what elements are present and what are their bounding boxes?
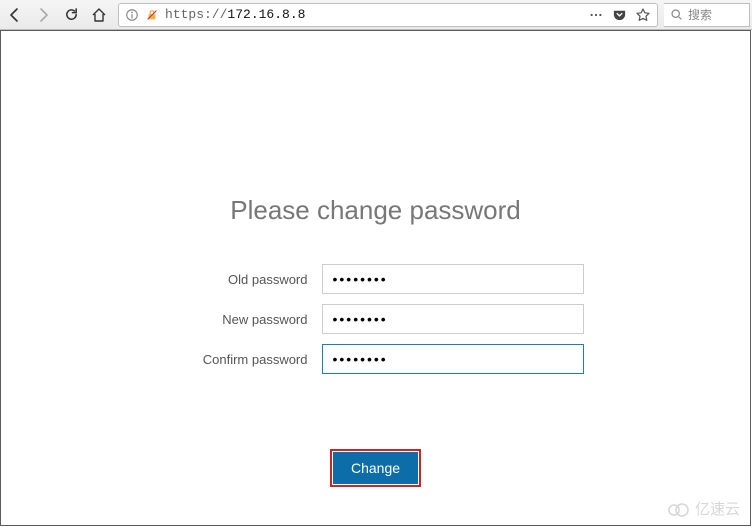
search-placeholder: 搜索 <box>688 6 712 23</box>
info-icon <box>125 8 139 22</box>
browser-toolbar: https://172.16.8.8 搜索 <box>0 0 752 30</box>
forward-button[interactable] <box>30 2 56 28</box>
ellipsis-icon[interactable] <box>588 8 604 22</box>
reload-icon <box>64 7 79 22</box>
watermark-icon <box>667 501 691 517</box>
confirm-password-row: Confirm password <box>1 344 750 374</box>
confirm-password-label: Confirm password <box>168 352 308 367</box>
home-icon <box>91 7 107 23</box>
page-content: Please change password Old password New … <box>0 30 751 526</box>
old-password-row: Old password <box>1 264 750 294</box>
confirm-password-input[interactable] <box>322 344 584 374</box>
search-box[interactable]: 搜索 <box>664 3 750 27</box>
change-button[interactable]: Change <box>333 452 418 484</box>
address-bar[interactable]: https://172.16.8.8 <box>118 3 658 27</box>
back-button[interactable] <box>2 2 28 28</box>
reload-button[interactable] <box>58 2 84 28</box>
home-button[interactable] <box>86 2 112 28</box>
insecure-lock-icon <box>145 8 159 22</box>
back-icon <box>7 7 23 23</box>
old-password-label: Old password <box>168 272 308 287</box>
old-password-input[interactable] <box>322 264 584 294</box>
new-password-input[interactable] <box>322 304 584 334</box>
star-icon[interactable] <box>635 7 651 23</box>
new-password-row: New password <box>1 304 750 334</box>
forward-icon <box>35 7 51 23</box>
url-text: https://172.16.8.8 <box>165 7 582 22</box>
pocket-icon[interactable] <box>612 7 627 22</box>
watermark: 亿速云 <box>667 498 740 519</box>
new-password-label: New password <box>168 312 308 327</box>
search-icon <box>670 8 683 21</box>
page-title: Please change password <box>1 195 750 226</box>
submit-row: Change <box>1 452 750 484</box>
